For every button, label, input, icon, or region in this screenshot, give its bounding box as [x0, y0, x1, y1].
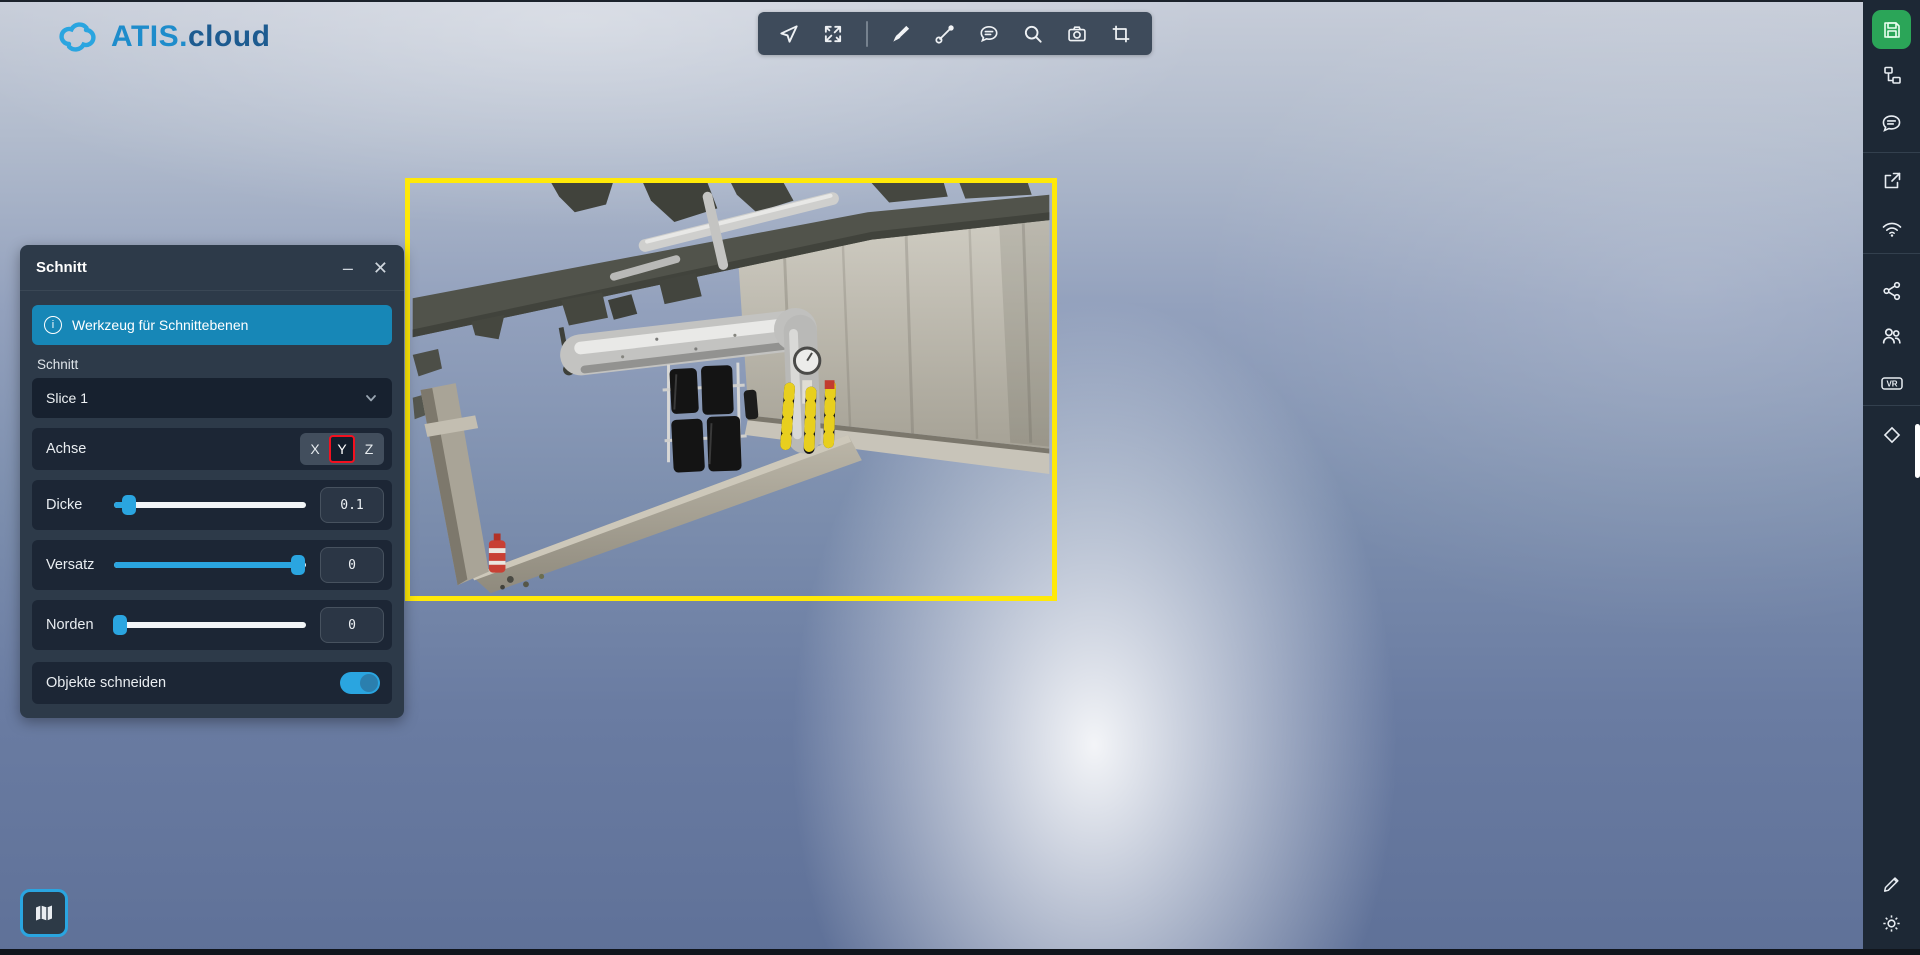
minimize-button[interactable]: – [343, 259, 353, 277]
axis-x-button[interactable]: X [302, 435, 328, 463]
comment-bubble-icon[interactable] [978, 23, 1000, 45]
slice-selected-value: Slice 1 [46, 390, 88, 406]
pointcloud-selection-box[interactable] [405, 178, 1057, 601]
info-icon: i [44, 316, 62, 334]
cut-objects-row: Objekte schneiden [32, 662, 392, 704]
slider-track [114, 622, 306, 628]
map-icon [32, 901, 56, 925]
north-value[interactable]: 0 [320, 607, 384, 643]
slider-fill [114, 562, 298, 568]
offset-slider[interactable] [114, 555, 306, 575]
comments-button[interactable] [1863, 112, 1920, 135]
users-icon [1880, 324, 1903, 347]
panel-title: Schnitt [36, 259, 87, 276]
navigate-cursor-icon[interactable] [778, 23, 800, 45]
brand-name: ATIS.cloud [111, 20, 270, 54]
edit-pencil-icon [1881, 872, 1903, 894]
share-nodes-icon [1881, 280, 1903, 302]
cloud-logo-icon [55, 20, 101, 54]
vr-button[interactable]: VR [1863, 372, 1920, 394]
toggle-knob [360, 674, 378, 692]
close-button[interactable]: ✕ [373, 259, 388, 277]
toolbar-divider [866, 21, 868, 47]
slice-tool-button[interactable] [1863, 423, 1920, 447]
sidebar-divider [1863, 253, 1920, 254]
brand-logo: ATIS.cloud [55, 20, 270, 54]
settings-button[interactable] [1863, 912, 1920, 935]
thickness-slider-row: Dicke 0.1 [32, 480, 392, 530]
north-label: Norden [46, 617, 110, 633]
save-button[interactable] [1872, 10, 1911, 49]
slice-select-dropdown[interactable]: Slice 1 [32, 378, 392, 418]
sidebar-divider [1863, 152, 1920, 153]
external-link-button[interactable] [1863, 170, 1920, 192]
save-floppy-icon [1881, 19, 1903, 41]
north-slider[interactable] [114, 615, 306, 635]
wifi-icon [1880, 218, 1904, 240]
panel-controls: – ✕ [343, 259, 388, 277]
slice-panel: Schnitt – ✕ i Werkzeug für Schnittebenen… [20, 245, 404, 718]
share-button[interactable] [1863, 280, 1920, 302]
info-banner: i Werkzeug für Schnittebenen [32, 305, 392, 345]
cut-objects-toggle[interactable] [340, 672, 380, 694]
thickness-value[interactable]: 0.1 [320, 487, 384, 523]
sidebar-scrollbar-thumb[interactable] [1915, 424, 1920, 478]
slider-thumb[interactable] [291, 555, 305, 575]
edit-button[interactable] [1863, 872, 1920, 894]
offset-label: Versatz [46, 557, 110, 573]
slice-panel-header: Schnitt – ✕ [20, 245, 404, 291]
axis-y-button[interactable]: Y [329, 435, 355, 463]
pointcloud-render [410, 183, 1052, 596]
axis-row: Achse X Y Z [32, 428, 392, 470]
bottom-edge [0, 949, 1920, 955]
thickness-slider[interactable] [114, 495, 306, 515]
offset-slider-row: Versatz 0 [32, 540, 392, 590]
tree-structure-button[interactable] [1863, 64, 1920, 86]
svg-text:VR: VR [1886, 380, 1897, 389]
right-sidebar: VR [1863, 0, 1920, 955]
slider-track [114, 502, 306, 508]
wifi-button[interactable] [1863, 218, 1920, 240]
axis-label: Achse [46, 441, 86, 457]
axis-button-group: X Y Z [300, 433, 384, 465]
chevron-down-icon [364, 391, 378, 405]
minimap-button[interactable] [20, 889, 68, 937]
slice-section-label: Schnitt [37, 357, 404, 372]
cut-objects-label: Objekte schneiden [46, 675, 166, 691]
settings-gear-icon [1880, 912, 1903, 935]
top-edge [0, 0, 1920, 2]
fullscreen-expand-icon[interactable] [822, 23, 844, 45]
camera-screenshot-icon[interactable] [1066, 23, 1088, 45]
users-button[interactable] [1863, 324, 1920, 347]
search-magnifier-icon[interactable] [1022, 23, 1044, 45]
slider-thumb[interactable] [113, 615, 127, 635]
vr-badge-icon: VR [1879, 372, 1905, 394]
comments-bubble-icon [1880, 112, 1903, 135]
external-link-icon [1881, 170, 1903, 192]
tree-structure-icon [1881, 64, 1903, 86]
main-toolbar [758, 12, 1152, 55]
north-slider-row: Norden 0 [32, 600, 392, 650]
axis-z-button[interactable]: Z [356, 435, 382, 463]
sidebar-divider [1863, 405, 1920, 406]
crop-icon[interactable] [1110, 23, 1132, 45]
offset-value[interactable]: 0 [320, 547, 384, 583]
slider-thumb[interactable] [122, 495, 136, 515]
info-banner-text: Werkzeug für Schnittebenen [72, 317, 248, 333]
thickness-label: Dicke [46, 497, 110, 513]
paintbrush-icon[interactable] [890, 23, 912, 45]
measure-line-icon[interactable] [934, 23, 956, 45]
slice-diamond-icon [1880, 423, 1904, 447]
app-screen: ATIS.cloud [0, 0, 1920, 955]
